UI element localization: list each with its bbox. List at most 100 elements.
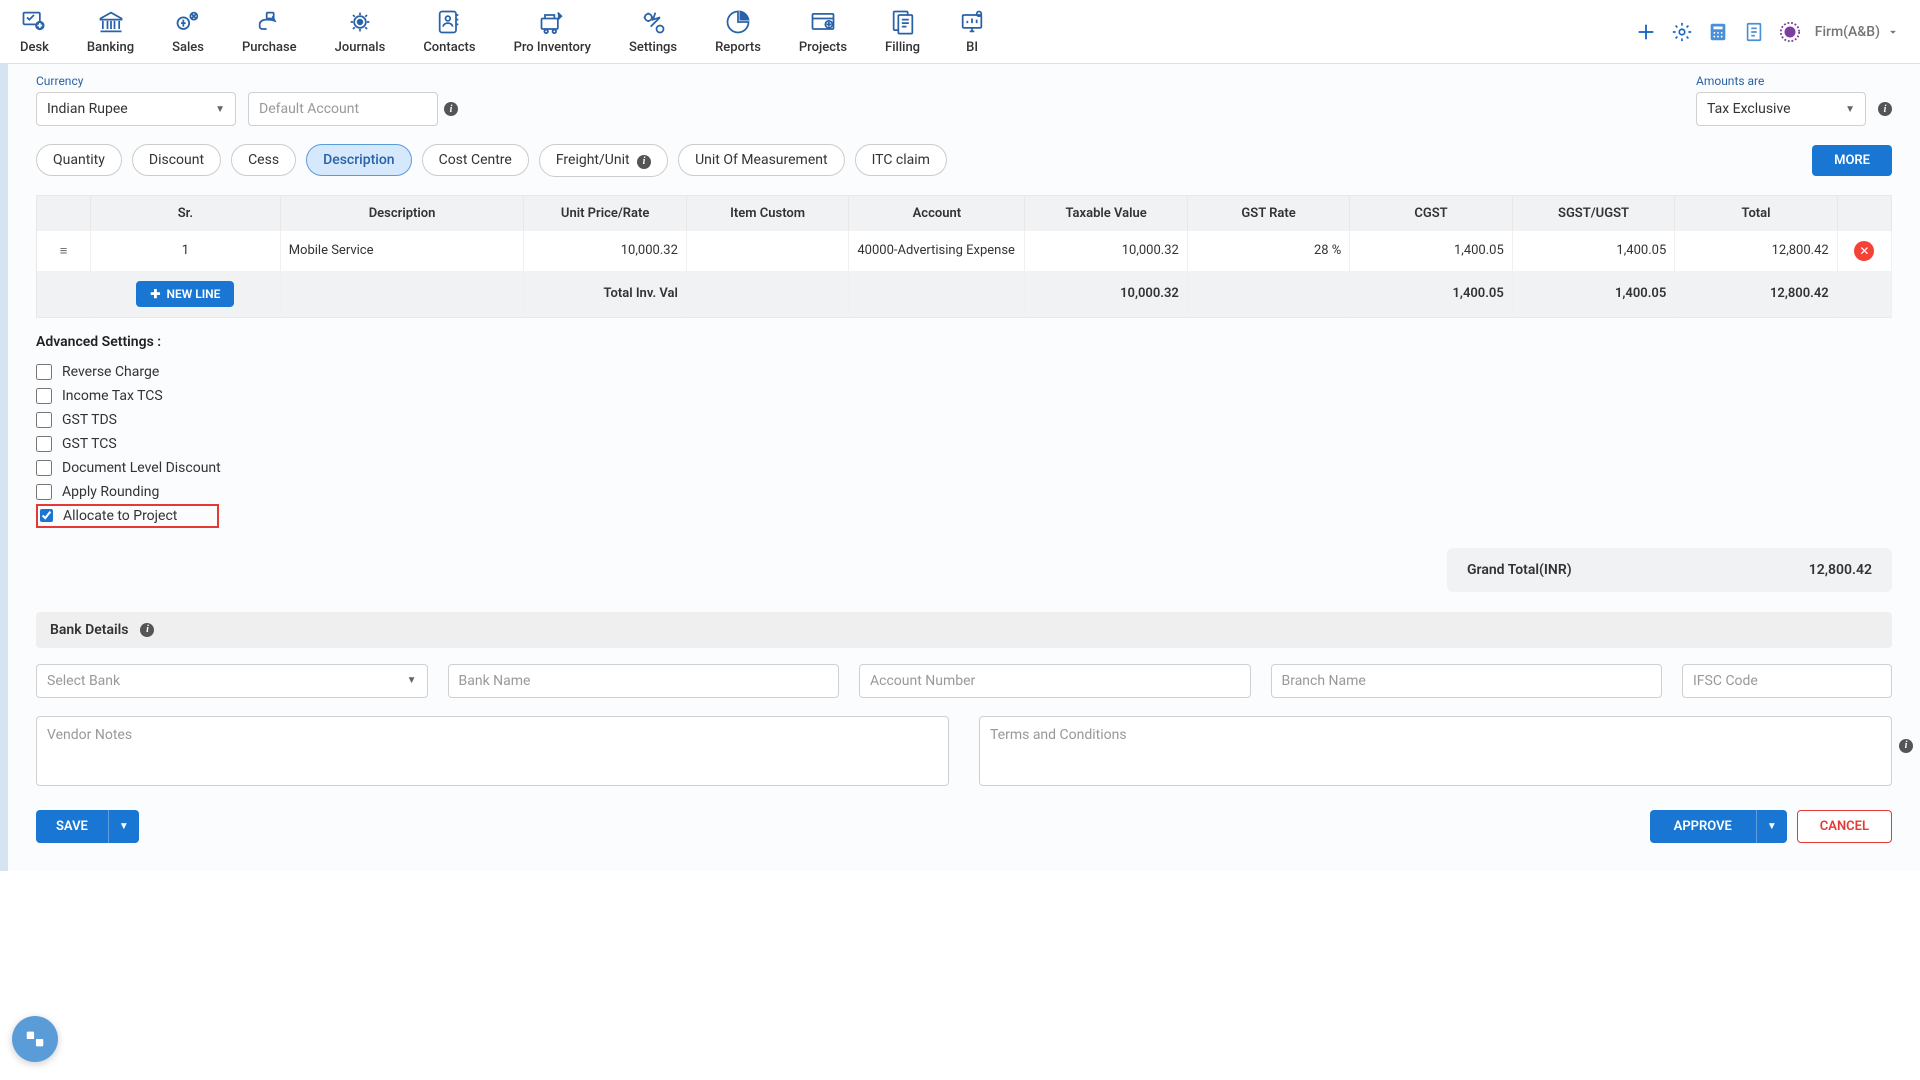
pill-freight[interactable]: Freight/Unit i: [539, 144, 668, 177]
nav-purchase[interactable]: Purchase: [242, 8, 297, 55]
caret-icon: ▼: [407, 675, 417, 686]
cell-item-custom[interactable]: [686, 231, 848, 271]
new-badge-icon[interactable]: [1779, 21, 1801, 43]
purchase-icon: [255, 8, 283, 36]
terms-textarea[interactable]: Terms and Conditions i: [979, 716, 1892, 786]
calculator-icon[interactable]: [1707, 21, 1729, 43]
default-account-input[interactable]: Default Account: [248, 92, 438, 126]
cancel-button[interactable]: CANCEL: [1797, 810, 1892, 843]
nav-banking[interactable]: Banking: [87, 8, 134, 55]
pill-itc[interactable]: ITC claim: [855, 144, 947, 176]
filter-pills: Quantity Discount Cess Description Cost …: [36, 144, 1892, 177]
nav-projects[interactable]: Projects: [799, 8, 847, 55]
pill-discount[interactable]: Discount: [132, 144, 221, 176]
nav-journals[interactable]: Journals: [335, 8, 386, 55]
checkbox[interactable]: [36, 484, 52, 500]
cell-description[interactable]: Mobile Service: [280, 231, 524, 271]
advanced-title: Advanced Settings :: [36, 334, 1892, 350]
currency-label: Currency: [36, 74, 236, 88]
new-line-button[interactable]: ✚NEW LINE: [136, 281, 234, 307]
pill-cost-centre[interactable]: Cost Centre: [422, 144, 529, 176]
currency-select[interactable]: Indian Rupee ▼: [36, 92, 236, 126]
grand-total-label: Grand Total(INR): [1467, 562, 1572, 578]
cell-gst-rate[interactable]: 28 %: [1187, 231, 1349, 271]
more-button[interactable]: MORE: [1812, 145, 1892, 176]
account-number-input[interactable]: Account Number: [859, 664, 1251, 698]
info-icon[interactable]: i: [1899, 739, 1913, 753]
currency-value: Indian Rupee: [47, 101, 128, 117]
nav-settings[interactable]: Settings: [629, 8, 677, 55]
gear-icon[interactable]: [1671, 21, 1693, 43]
info-icon[interactable]: i: [140, 623, 154, 637]
bank-name-input[interactable]: Bank Name: [448, 664, 840, 698]
vendor-notes-textarea[interactable]: Vendor Notes: [36, 716, 949, 786]
firm-dropdown[interactable]: Firm(A&B): [1815, 24, 1900, 40]
pill-cess[interactable]: Cess: [231, 144, 296, 176]
drag-handle-icon[interactable]: ≡: [60, 244, 68, 259]
checkbox[interactable]: [36, 364, 52, 380]
bank-header-label: Bank Details: [50, 622, 128, 638]
desk-icon: [20, 8, 48, 36]
branch-name-input[interactable]: Branch Name: [1271, 664, 1663, 698]
check-income-tax-tcs[interactable]: Income Tax TCS: [36, 384, 1892, 408]
info-icon[interactable]: i: [444, 102, 458, 116]
nav-sales-label: Sales: [172, 40, 204, 55]
advanced-settings: Advanced Settings : Reverse Charge Incom…: [36, 334, 1892, 528]
cell-account[interactable]: 40000-Advertising Expense: [849, 231, 1025, 271]
approve-button[interactable]: APPROVE: [1650, 810, 1756, 843]
cell-cgst[interactable]: 1,400.05: [1350, 231, 1512, 271]
info-icon[interactable]: i: [1878, 102, 1892, 116]
cell-total[interactable]: 12,800.42: [1675, 231, 1837, 271]
chat-widget-icon[interactable]: [12, 1016, 58, 1062]
footer-taxable: 10,000.32: [1025, 271, 1187, 318]
notes-section: Vendor Notes Terms and Conditions i: [36, 716, 1892, 786]
amounts-select[interactable]: Tax Exclusive ▼: [1696, 92, 1866, 126]
cell-sgst[interactable]: 1,400.05: [1512, 231, 1674, 271]
nav-reports[interactable]: Reports: [715, 8, 761, 55]
save-dropdown-button[interactable]: ▼: [108, 810, 139, 843]
check-gst-tcs[interactable]: GST TCS: [36, 432, 1892, 456]
th-taxable: Taxable Value: [1025, 195, 1187, 231]
add-icon[interactable]: [1635, 21, 1657, 43]
pill-uom[interactable]: Unit Of Measurement: [678, 144, 845, 176]
ifsc-input[interactable]: IFSC Code: [1682, 664, 1892, 698]
check-gst-tds[interactable]: GST TDS: [36, 408, 1892, 432]
approve-dropdown-button[interactable]: ▼: [1756, 810, 1787, 843]
table-row: ≡ 1 Mobile Service 10,000.32 40000-Adver…: [37, 231, 1892, 271]
amounts-label: Amounts are: [1696, 74, 1866, 88]
inventory-icon: [538, 8, 566, 36]
filling-icon: [889, 8, 917, 36]
checkbox[interactable]: [36, 388, 52, 404]
check-reverse-charge[interactable]: Reverse Charge: [36, 360, 1892, 384]
cell-taxable[interactable]: 10,000.32: [1025, 231, 1187, 271]
pill-quantity[interactable]: Quantity: [36, 144, 122, 176]
firm-label: Firm(A&B): [1815, 24, 1880, 40]
nav-desk[interactable]: Desk: [20, 8, 49, 55]
checkbox[interactable]: [36, 460, 52, 476]
nav-contacts[interactable]: Contacts: [423, 8, 475, 55]
th-total: Total: [1675, 195, 1837, 231]
projects-icon: [809, 8, 837, 36]
main-content: Currency Indian Rupee ▼ Default Account …: [0, 64, 1920, 871]
chevron-down-icon: [1886, 25, 1900, 39]
check-doc-discount[interactable]: Document Level Discount: [36, 456, 1892, 480]
checkbox[interactable]: [36, 412, 52, 428]
cell-sr[interactable]: 1: [91, 231, 281, 271]
notes-icon[interactable]: [1743, 21, 1765, 43]
cell-unit-price[interactable]: 10,000.32: [524, 231, 686, 271]
nav-pro-inventory[interactable]: Pro Inventory: [514, 8, 591, 55]
sales-icon: [174, 8, 202, 36]
th-item-custom: Item Custom: [686, 195, 848, 231]
save-button[interactable]: SAVE: [36, 810, 108, 843]
settings-icon: [639, 8, 667, 36]
select-bank[interactable]: Select Bank ▼: [36, 664, 428, 698]
caret-icon: ▼: [215, 104, 225, 115]
delete-row-button[interactable]: ✕: [1854, 241, 1874, 261]
nav-filling[interactable]: Filling: [885, 8, 920, 55]
nav-sales[interactable]: Sales: [172, 8, 204, 55]
checkbox[interactable]: [36, 436, 52, 452]
pill-description[interactable]: Description: [306, 144, 412, 176]
checkbox-allocate-project[interactable]: [40, 509, 53, 522]
check-apply-rounding[interactable]: Apply Rounding: [36, 480, 1892, 504]
nav-bi[interactable]: BI: [958, 8, 986, 55]
